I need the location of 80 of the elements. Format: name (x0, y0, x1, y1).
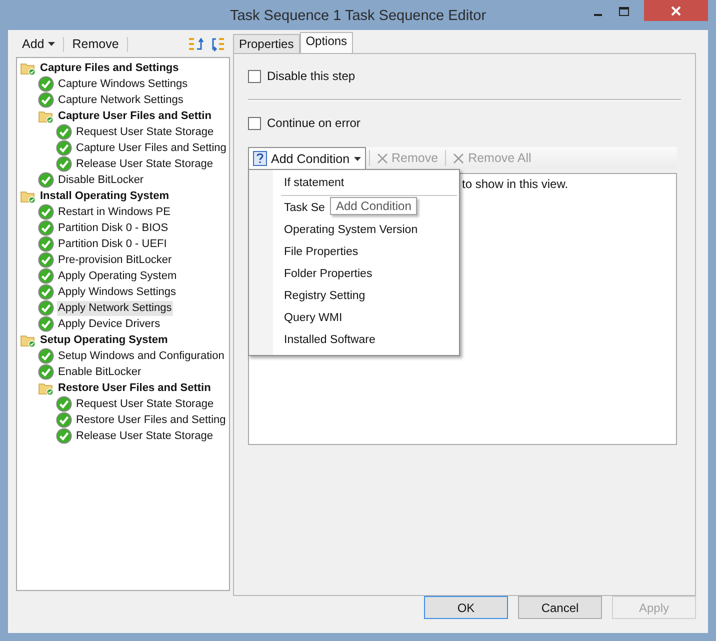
menu-item[interactable]: Query WMI (284, 312, 342, 324)
check-icon (38, 236, 54, 252)
checkbox-label[interactable]: Continue on error (267, 116, 360, 130)
tree-item[interactable]: Capture Windows Settings (57, 76, 189, 92)
tree-item[interactable]: Partition Disk 0 - BIOS (57, 220, 170, 236)
check-icon (56, 140, 72, 156)
close-icon (671, 6, 681, 16)
tree-item[interactable]: Apply Device Drivers (57, 316, 162, 332)
close-button[interactable] (644, 0, 708, 21)
folder-icon (38, 108, 54, 124)
tree-item[interactable]: Setup Operating System (39, 332, 169, 348)
caret-icon (48, 42, 56, 46)
move-down-icon[interactable] (210, 36, 226, 52)
check-icon (56, 156, 72, 172)
check-icon (56, 428, 72, 444)
tree-item[interactable]: Restart in Windows PE (57, 204, 172, 220)
tree-item[interactable]: Request User State Storage (75, 396, 215, 412)
tab[interactable]: Properties (233, 34, 300, 53)
check-icon (38, 252, 54, 268)
check-icon (56, 396, 72, 412)
check-icon (38, 364, 54, 380)
remove-button[interactable]: Remove (70, 37, 121, 51)
folder-icon (38, 380, 54, 396)
check-icon (38, 348, 54, 364)
tree-item[interactable]: Capture User Files and Setting (75, 140, 228, 156)
caret-icon (354, 156, 361, 160)
tooltip: Add Condition (330, 197, 418, 215)
tree-item[interactable]: Setup Windows and Configuration (57, 348, 226, 364)
check-icon (56, 412, 72, 428)
check-icon (38, 284, 54, 300)
menu-item[interactable]: File Properties (284, 246, 358, 258)
tree-item[interactable]: Capture Files and Settings (39, 60, 180, 76)
tree-item[interactable]: Capture User Files and Settin (57, 108, 212, 124)
empty-list-message: to show in this view. (462, 177, 568, 191)
dialog-button[interactable]: OK (424, 596, 508, 619)
window-title: Task Sequence 1 Task Sequence Editor (230, 8, 486, 24)
add-condition-button[interactable]: Add Condition (248, 147, 366, 169)
menu-item[interactable]: Task Se (284, 202, 325, 214)
check-icon (38, 204, 54, 220)
tree-item[interactable]: Disable BitLocker (57, 172, 145, 188)
tree-item[interactable]: Apply Windows Settings (57, 284, 177, 300)
check-icon (38, 268, 54, 284)
remove-icon (376, 152, 388, 164)
check-icon (38, 220, 54, 236)
folder-icon (20, 332, 36, 348)
check-icon (38, 172, 54, 188)
checkbox-label[interactable]: Disable this step (267, 69, 356, 83)
tree-item[interactable]: Request User State Storage (75, 124, 215, 140)
tree-item[interactable]: Pre-provision BitLocker (57, 252, 173, 268)
tree-item[interactable]: Enable BitLocker (57, 364, 142, 380)
folder-icon (20, 188, 36, 204)
check-icon (38, 316, 54, 332)
menu-item[interactable]: Folder Properties (284, 268, 372, 280)
maximize-icon[interactable] (618, 6, 630, 18)
menu-item[interactable]: Installed Software (284, 334, 376, 346)
tree-item[interactable]: Release User State Storage (75, 428, 214, 444)
tree-item[interactable]: Apply Operating System (57, 268, 178, 284)
remove-icon (453, 152, 464, 164)
tree-item[interactable]: Install Operating System (39, 188, 170, 204)
tree-item[interactable]: Partition Disk 0 - UEFI (57, 236, 168, 252)
dialog-button[interactable]: Cancel (518, 596, 602, 619)
tree-item[interactable]: Release User State Storage (75, 156, 214, 172)
menu-item[interactable]: Registry Setting (284, 290, 366, 302)
tab[interactable]: Options (300, 32, 354, 53)
check-icon (38, 92, 54, 108)
help-icon (253, 151, 267, 166)
add-menu-button[interactable]: Add (20, 37, 58, 51)
check-icon (56, 124, 72, 140)
tree-item[interactable]: Restore User Files and Settin (57, 380, 212, 396)
check-icon (38, 76, 54, 92)
move-up-icon[interactable] (188, 36, 204, 52)
tree-item[interactable]: Apply Network Settings (57, 300, 173, 316)
tree-item[interactable]: Restore User Files and Setting (75, 412, 227, 428)
menu-item[interactable]: If statement (284, 177, 344, 189)
checkbox[interactable] (248, 116, 261, 130)
tree-item[interactable]: Capture Network Settings (57, 92, 184, 108)
menu-item[interactable]: Operating System Version (284, 224, 418, 236)
checkbox[interactable] (248, 70, 261, 82)
folder-icon (20, 60, 36, 76)
check-icon (38, 300, 54, 316)
